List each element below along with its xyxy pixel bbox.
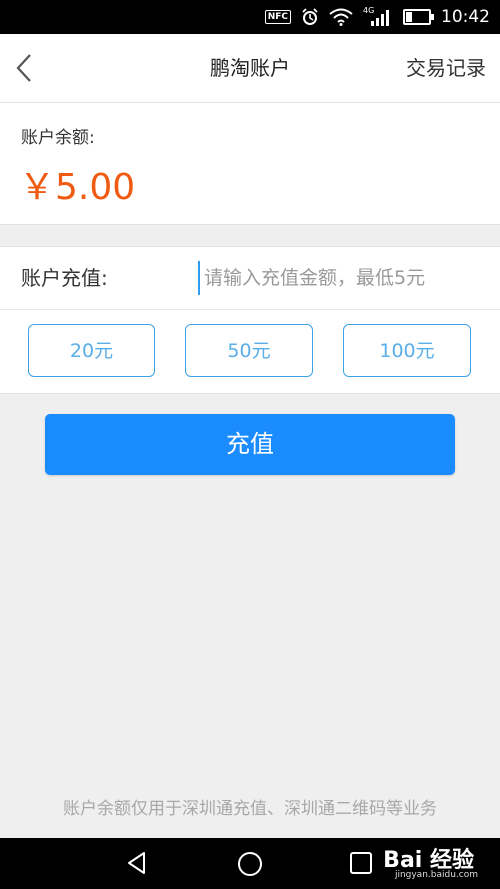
balance-amount: ￥5.00 — [19, 167, 136, 208]
recharge-amount-input[interactable] — [198, 261, 494, 295]
nav-recent-apps-icon[interactable] — [349, 851, 373, 875]
preset-50-button[interactable]: 50元 — [185, 324, 313, 377]
balance-label: 账户余额: — [21, 128, 95, 148]
alarm-icon — [302, 8, 318, 25]
recharge-row: 账户充值: — [0, 247, 500, 310]
recharge-label: 账户充值: — [21, 266, 108, 290]
footer-note: 账户余额仅用于深圳通充值、深圳通二维码等业务 — [63, 799, 437, 819]
watermark-url: jingyan.baidu.com — [394, 870, 478, 880]
signal-icon: 4G — [363, 6, 393, 27]
recharge-button[interactable]: 充值 — [45, 414, 455, 475]
nav-home-icon[interactable] — [235, 849, 265, 879]
nav-back-icon[interactable] — [124, 850, 150, 876]
wifi-icon — [329, 8, 353, 26]
battery-icon — [403, 9, 434, 25]
status-bar: NFC 4G 10:42 — [0, 0, 500, 34]
preset-20-button[interactable]: 20元 — [28, 324, 155, 377]
nfc-icon: NFC — [264, 10, 291, 24]
transaction-records-link[interactable]: 交易记录 — [406, 34, 486, 102]
header: 鹏淘账户 交易记录 — [0, 34, 500, 103]
navigation-bar: Bai 经验 jingyan.baidu.com — [0, 838, 500, 889]
recharge-section: 账户充值: 20元 50元 100元 — [0, 246, 500, 394]
preset-100-button[interactable]: 100元 — [343, 324, 471, 377]
balance-section: 账户余额: ￥5.00 — [0, 103, 500, 225]
clock: 10:42 — [441, 7, 490, 27]
